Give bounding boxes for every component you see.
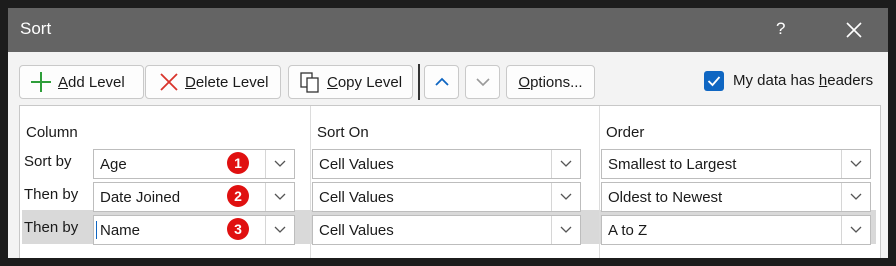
chevron-down-icon[interactable]	[551, 150, 580, 178]
arrow-down-icon	[475, 78, 490, 87]
dropdown-value: Age	[100, 156, 127, 173]
toolbar-separator	[418, 64, 420, 100]
dropdown-value: A to Z	[608, 222, 648, 239]
order-dropdown[interactable]: Oldest to Newest	[601, 182, 871, 212]
row-label: Then by	[24, 219, 79, 236]
row-label: Sort by	[24, 153, 72, 170]
dialog-title: Sort	[20, 19, 52, 38]
sort-on-dropdown[interactable]: Cell Values	[312, 149, 581, 179]
then-by-column-dropdown[interactable]: Date Joined	[93, 182, 295, 212]
sort-dialog: Sort ? Add Level Delete Level Copy Level	[8, 8, 888, 258]
my-data-has-headers-checkbox[interactable]	[704, 71, 724, 91]
chevron-down-icon[interactable]	[265, 183, 294, 211]
add-level-button[interactable]: Add Level	[19, 65, 144, 99]
dropdown-value: Cell Values	[319, 156, 394, 173]
move-up-button[interactable]	[424, 65, 459, 99]
step-badge: 3	[227, 218, 249, 240]
help-button[interactable]: ?	[776, 19, 785, 39]
step-badge: 1	[227, 152, 249, 174]
sort-levels-grid: Column Sort On Order Sort by Age 1 Cell …	[19, 105, 881, 258]
step-badge: 2	[227, 185, 249, 207]
chevron-down-icon[interactable]	[841, 216, 870, 244]
order-dropdown[interactable]: Smallest to Largest	[601, 149, 871, 179]
dropdown-value: Date Joined	[100, 189, 181, 206]
chevron-down-icon[interactable]	[841, 183, 870, 211]
title-bar: Sort ?	[8, 8, 888, 52]
sort-on-dropdown[interactable]: Cell Values	[312, 215, 581, 245]
chevron-down-icon[interactable]	[265, 150, 294, 178]
delete-level-button[interactable]: Delete Level	[145, 65, 281, 99]
column-divider	[310, 106, 311, 258]
dropdown-value: Oldest to Newest	[608, 189, 723, 206]
then-by-column-dropdown[interactable]: Name	[93, 215, 295, 245]
move-down-button[interactable]	[465, 65, 500, 99]
chevron-down-icon[interactable]	[551, 183, 580, 211]
options-label: Options...	[518, 73, 583, 91]
close-icon	[846, 22, 862, 38]
copy-icon	[299, 71, 321, 93]
dropdown-value: Cell Values	[319, 189, 394, 206]
dropdown-value: Cell Values	[319, 222, 394, 239]
text-caret	[96, 221, 97, 239]
my-data-has-headers-label[interactable]: My data has headers	[733, 72, 873, 89]
arrow-up-icon	[434, 77, 449, 86]
column-divider	[599, 106, 600, 258]
dropdown-value: Smallest to Largest	[608, 156, 737, 173]
add-level-label: Add Level	[58, 73, 125, 91]
options-button[interactable]: Options...	[506, 65, 595, 99]
column-header-column: Column	[26, 124, 78, 141]
sort-by-column-dropdown[interactable]: Age	[93, 149, 295, 179]
sort-on-dropdown[interactable]: Cell Values	[312, 182, 581, 212]
dialog-frame: Sort ? Add Level Delete Level Copy Level	[0, 0, 896, 266]
delete-level-label: Delete Level	[185, 73, 269, 91]
chevron-down-icon[interactable]	[551, 216, 580, 244]
dropdown-value: Name	[100, 222, 141, 239]
column-header-sort-on: Sort On	[317, 124, 369, 141]
row-label: Then by	[24, 186, 79, 203]
chevron-down-icon[interactable]	[841, 150, 870, 178]
check-icon	[707, 76, 721, 87]
order-dropdown[interactable]: A to Z	[601, 215, 871, 245]
column-header-order: Order	[606, 124, 645, 141]
close-button[interactable]	[840, 16, 868, 44]
copy-level-label: Copy Level	[327, 73, 403, 91]
plus-icon	[30, 71, 52, 93]
x-icon	[159, 72, 179, 92]
chevron-down-icon[interactable]	[265, 216, 294, 244]
copy-level-button[interactable]: Copy Level	[288, 65, 413, 99]
